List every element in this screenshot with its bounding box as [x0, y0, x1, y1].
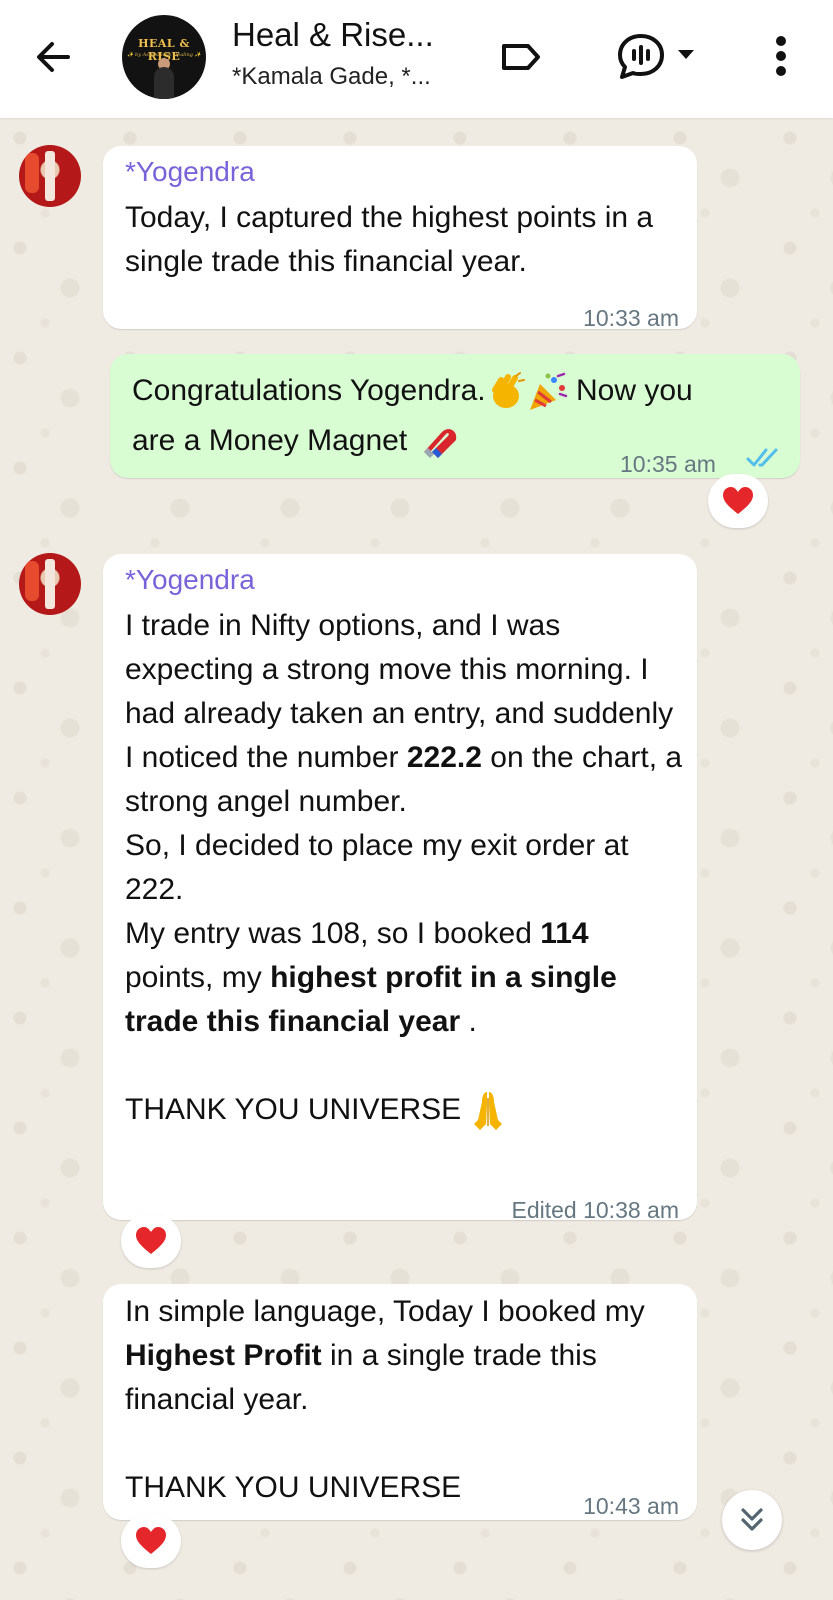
folded-hands-icon — [473, 1092, 502, 1131]
magnet-icon — [423, 429, 456, 459]
message-bold-text: Highest Profit — [125, 1339, 322, 1372]
message-text-segment: points, my — [125, 961, 262, 994]
outgoing-message-bubble[interactable]: Congratulations Yogendra. Now you are a … — [110, 354, 800, 478]
message-paragraph: In simple language, Today I booked my Hi… — [125, 1290, 665, 1422]
message-text-line-2: are a Money Magnet — [132, 419, 464, 463]
sender-avatar[interactable] — [19, 145, 81, 207]
incoming-message-bubble[interactable]: *Yogendra I trade in Nifty options, and … — [103, 554, 697, 1223]
message-text-segment: My entry was 108, so I booked — [125, 917, 532, 950]
message-timestamp: Edited 10:38 am — [511, 1197, 679, 1223]
message-reaction[interactable] — [121, 1514, 181, 1568]
voice-chat-icon[interactable] — [614, 30, 668, 84]
avatar-detail — [45, 559, 55, 609]
group-avatar[interactable]: HEAL & RISE ✨ by Aspirations Healing ✨ — [122, 15, 206, 99]
back-arrow-icon[interactable] — [30, 34, 76, 80]
message-text: I trade in Nifty options, and I was expe… — [125, 604, 685, 1132]
message-paragraph: My entry was 108, so I booked 114 points… — [125, 912, 685, 1044]
message-reaction[interactable] — [121, 1214, 181, 1268]
message-text: are a Money Magnet — [132, 424, 408, 457]
chat-participants[interactable]: *Kamala Gade, *... — [232, 63, 431, 91]
message-paragraph: I trade in Nifty options, and I was expe… — [125, 604, 685, 824]
sender-name[interactable]: *Yogendra — [125, 154, 255, 190]
message-text: In simple language, Today I booked my Hi… — [125, 1290, 665, 1510]
avatar-detail — [25, 153, 39, 193]
message-text-segment: THANK YOU UNIVERSE — [125, 1093, 462, 1126]
chevron-down-icon[interactable] — [676, 48, 696, 62]
more-options-icon[interactable] — [770, 34, 792, 80]
message-text-line-1: Congratulations Yogendra. Now you — [132, 369, 693, 413]
message-text: Now you — [575, 374, 693, 407]
message-reaction[interactable] — [708, 474, 768, 528]
avatar-detail — [45, 151, 55, 201]
message-timestamp: 10:35 am — [620, 451, 716, 477]
heart-icon — [136, 1227, 166, 1254]
double-chevron-down-icon — [741, 1508, 763, 1531]
message-timestamp: 10:43 am — [583, 1493, 679, 1519]
party-popper-icon — [529, 372, 567, 411]
incoming-message-bubble[interactable]: In simple language, Today I booked my Hi… — [103, 1284, 697, 1520]
sender-avatar[interactable] — [19, 553, 81, 615]
sender-name[interactable]: *Yogendra — [125, 562, 255, 598]
label-icon[interactable] — [498, 34, 544, 80]
message-text: Today, I captured the highest points in … — [125, 201, 654, 278]
clapping-hands-icon — [491, 372, 525, 409]
avatar-figure-body — [154, 67, 174, 99]
chat-title[interactable]: Heal & Rise... — [232, 16, 434, 54]
message-text: Congratulations Yogendra. — [132, 374, 486, 407]
heart-icon — [723, 487, 753, 514]
message-timestamp: 10:33 am — [583, 305, 679, 331]
message-text-segment: In simple language, Today I booked my — [125, 1295, 645, 1328]
read-receipt-icon — [746, 448, 778, 467]
incoming-message-bubble[interactable]: *Yogendra Today, I captured the highest … — [103, 146, 697, 331]
message-text-segment: . — [468, 1005, 477, 1038]
scroll-to-bottom-button[interactable] — [722, 1490, 782, 1550]
message-paragraph: THANK YOU UNIVERSE — [125, 1088, 685, 1132]
chat-header: HEAL & RISE ✨ by Aspirations Healing ✨ H… — [0, 0, 833, 118]
heart-icon — [136, 1527, 166, 1554]
message-paragraph: So, I decided to place my exit order at … — [125, 829, 629, 906]
message-bold-text: 222.2 — [406, 741, 482, 774]
message-bold-text: 114 — [540, 917, 589, 950]
avatar-detail — [25, 561, 39, 601]
